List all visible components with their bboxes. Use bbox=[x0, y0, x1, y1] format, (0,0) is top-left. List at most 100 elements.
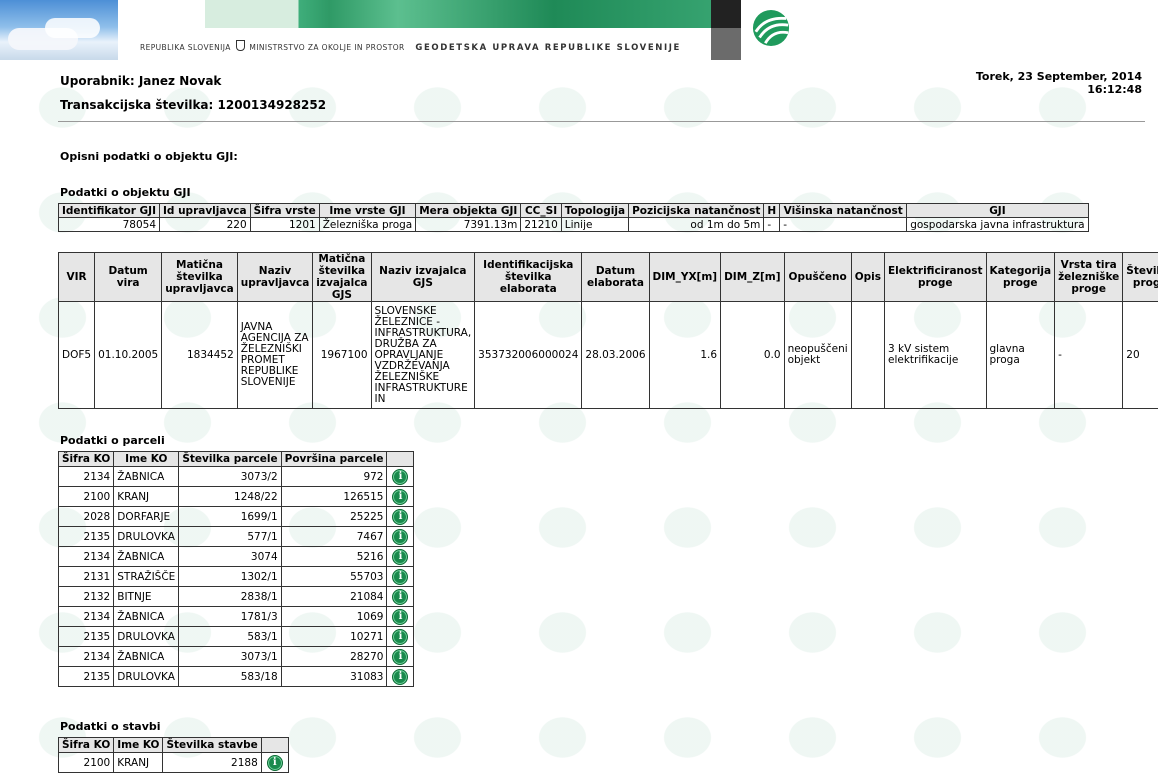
info-icon[interactable]: i bbox=[392, 508, 409, 525]
cell: 2100 bbox=[57, 486, 115, 507]
info-icon[interactable]: i bbox=[392, 608, 409, 625]
cell: 3073/1 bbox=[178, 646, 282, 667]
cell: 7467 bbox=[280, 526, 388, 547]
divider bbox=[58, 121, 1145, 122]
cell: 3074 bbox=[178, 546, 282, 567]
cell: 2131 bbox=[57, 566, 115, 587]
parcel-table-body: 2134 ŽABNICA 3073/2 972 i 2100 KRANJ 1248/22 126… bbox=[57, 466, 415, 687]
cell: 1069 bbox=[280, 606, 388, 627]
cell: 2134 bbox=[57, 546, 115, 567]
info-icon[interactable]: i bbox=[392, 488, 409, 505]
col-header: Id upravljavca bbox=[159, 203, 251, 218]
cell: 583/18 bbox=[178, 666, 282, 687]
date-text: Torek, 23 September, 2014 bbox=[975, 70, 1142, 83]
info-icon[interactable]: i bbox=[392, 668, 409, 685]
col-header: Kategorija proge bbox=[985, 252, 1056, 302]
cell: 2132 bbox=[57, 586, 115, 607]
transaction-label: Transakcijska številka: bbox=[60, 98, 214, 112]
cell: DRULOVKA bbox=[113, 666, 180, 687]
cell: gospodarska javna infrastruktura bbox=[906, 217, 1089, 232]
cell bbox=[850, 301, 886, 409]
banner-republika: REPUBLIKA SLOVENIJA bbox=[140, 43, 231, 52]
table-row: 2100 KRANJ 1248/22 126515 i bbox=[57, 486, 415, 507]
transaction-number: 1200134928252 bbox=[217, 98, 327, 112]
cell: ŽABNICA bbox=[113, 646, 180, 667]
cell: 1302/1 bbox=[178, 566, 282, 587]
info-icon[interactable]: i bbox=[392, 568, 409, 585]
building-table-body: 2100 KRANJ 2188 i bbox=[57, 752, 289, 773]
info-icon[interactable]: i bbox=[392, 528, 409, 545]
cell: 20 bbox=[1122, 301, 1158, 409]
cell: 2135 bbox=[57, 666, 115, 687]
cell: neopuščeni objekt bbox=[783, 301, 852, 409]
col-header: Identifikacijska številka elaborata bbox=[474, 252, 583, 302]
cell: DRULOVKA bbox=[113, 526, 180, 547]
col-header: Številka stavbe bbox=[162, 737, 262, 753]
info-icon[interactable]: i bbox=[392, 628, 409, 645]
building-section-title: Podatki o stavbi bbox=[60, 720, 161, 733]
coat-of-arms-icon bbox=[235, 40, 245, 51]
col-header: Datum elaborata bbox=[581, 252, 650, 302]
cell: 2134 bbox=[57, 466, 115, 487]
cell: KRANJ bbox=[113, 752, 164, 773]
table-row: 2135 DRULOVKA 583/18 31083 i bbox=[57, 666, 415, 687]
info-cell: i bbox=[386, 466, 415, 487]
info-icon[interactable]: i bbox=[392, 548, 409, 565]
object-table: Identifikator GJI Id upravljavca Šifra v… bbox=[58, 203, 1089, 232]
banner-gray-block bbox=[711, 28, 741, 60]
cell: 1781/3 bbox=[178, 606, 282, 627]
info-icon[interactable]: i bbox=[392, 468, 409, 485]
cell: BITNJE bbox=[113, 586, 180, 607]
time-text: 16:12:48 bbox=[1087, 83, 1142, 96]
cell: DRULOVKA bbox=[113, 626, 180, 647]
cell: 78054 bbox=[58, 217, 160, 232]
page-heading: Opisni podatki o objektu GJI: bbox=[60, 150, 238, 163]
cell: 220 bbox=[159, 217, 251, 232]
col-header: Opuščeno bbox=[783, 252, 852, 302]
table-row: 2131 STRAŽIŠČE 1302/1 55703 i bbox=[57, 566, 415, 587]
table-row: 2134 ŽABNICA 3073/2 972 i bbox=[57, 466, 415, 487]
cell: od 1m do 5m bbox=[628, 217, 765, 232]
col-header bbox=[386, 451, 415, 467]
info-cell: i bbox=[386, 646, 415, 667]
table-row: 2135 DRULOVKA 583/1 10271 i bbox=[57, 626, 415, 647]
table-row: 78054 220 1201 Železniška proga 7391.13m… bbox=[58, 217, 1089, 232]
col-header: Elektrificiranost proge bbox=[884, 252, 987, 302]
cell: Linije bbox=[560, 217, 630, 232]
cell: 25225 bbox=[280, 506, 388, 527]
cell: 353732006000024 bbox=[474, 301, 583, 409]
col-header: Naziv upravljavca bbox=[236, 252, 314, 302]
cell: 0.0 bbox=[720, 301, 785, 409]
col-header: DIM_YX[m] bbox=[648, 252, 722, 302]
info-cell: i bbox=[386, 506, 415, 527]
cell: 3 kV sistem elektrifikacije bbox=[884, 301, 987, 409]
gurs-logo-icon bbox=[752, 9, 790, 47]
cell: 3073/2 bbox=[178, 466, 282, 487]
cell: Železniška proga bbox=[318, 217, 417, 232]
cell: 1201 bbox=[249, 217, 320, 232]
table-row: 2134 ŽABNICA 3073/1 28270 i bbox=[57, 646, 415, 667]
col-header: Ime KO bbox=[113, 451, 180, 467]
col-header: VIR bbox=[57, 252, 96, 302]
info-icon[interactable]: i bbox=[266, 754, 283, 771]
info-icon[interactable]: i bbox=[392, 588, 409, 605]
cell: 31083 bbox=[280, 666, 388, 687]
cell: 2134 bbox=[57, 606, 115, 627]
info-icon[interactable]: i bbox=[392, 648, 409, 665]
parcel-table: Šifra KO Ime KO Številka parcele Površin… bbox=[57, 451, 415, 687]
col-header: Višinska natančnost bbox=[779, 203, 908, 218]
cell: 28270 bbox=[280, 646, 388, 667]
col-header: Identifikator GJI bbox=[58, 203, 160, 218]
banner-ministrstvo: MINISTRSTVO ZA OKOLJE IN PROSTOR bbox=[249, 43, 405, 52]
user-label: Uporabnik: bbox=[60, 74, 135, 88]
col-header: Matična številka upravljavca bbox=[161, 252, 238, 302]
header-banner: REPUBLIKA SLOVENIJA MINISTRSTVO ZA OKOLJ… bbox=[0, 0, 1158, 60]
cell: 2188 bbox=[162, 752, 262, 773]
col-header: DIM_Z[m] bbox=[720, 252, 785, 302]
cell: - bbox=[1054, 301, 1124, 409]
cell: 10271 bbox=[280, 626, 388, 647]
col-header: Ime vrste GJI bbox=[318, 203, 417, 218]
cell: ŽABNICA bbox=[113, 606, 180, 627]
col-header: Številka proge bbox=[1122, 252, 1158, 302]
user-name: Janez Novak bbox=[138, 74, 222, 88]
